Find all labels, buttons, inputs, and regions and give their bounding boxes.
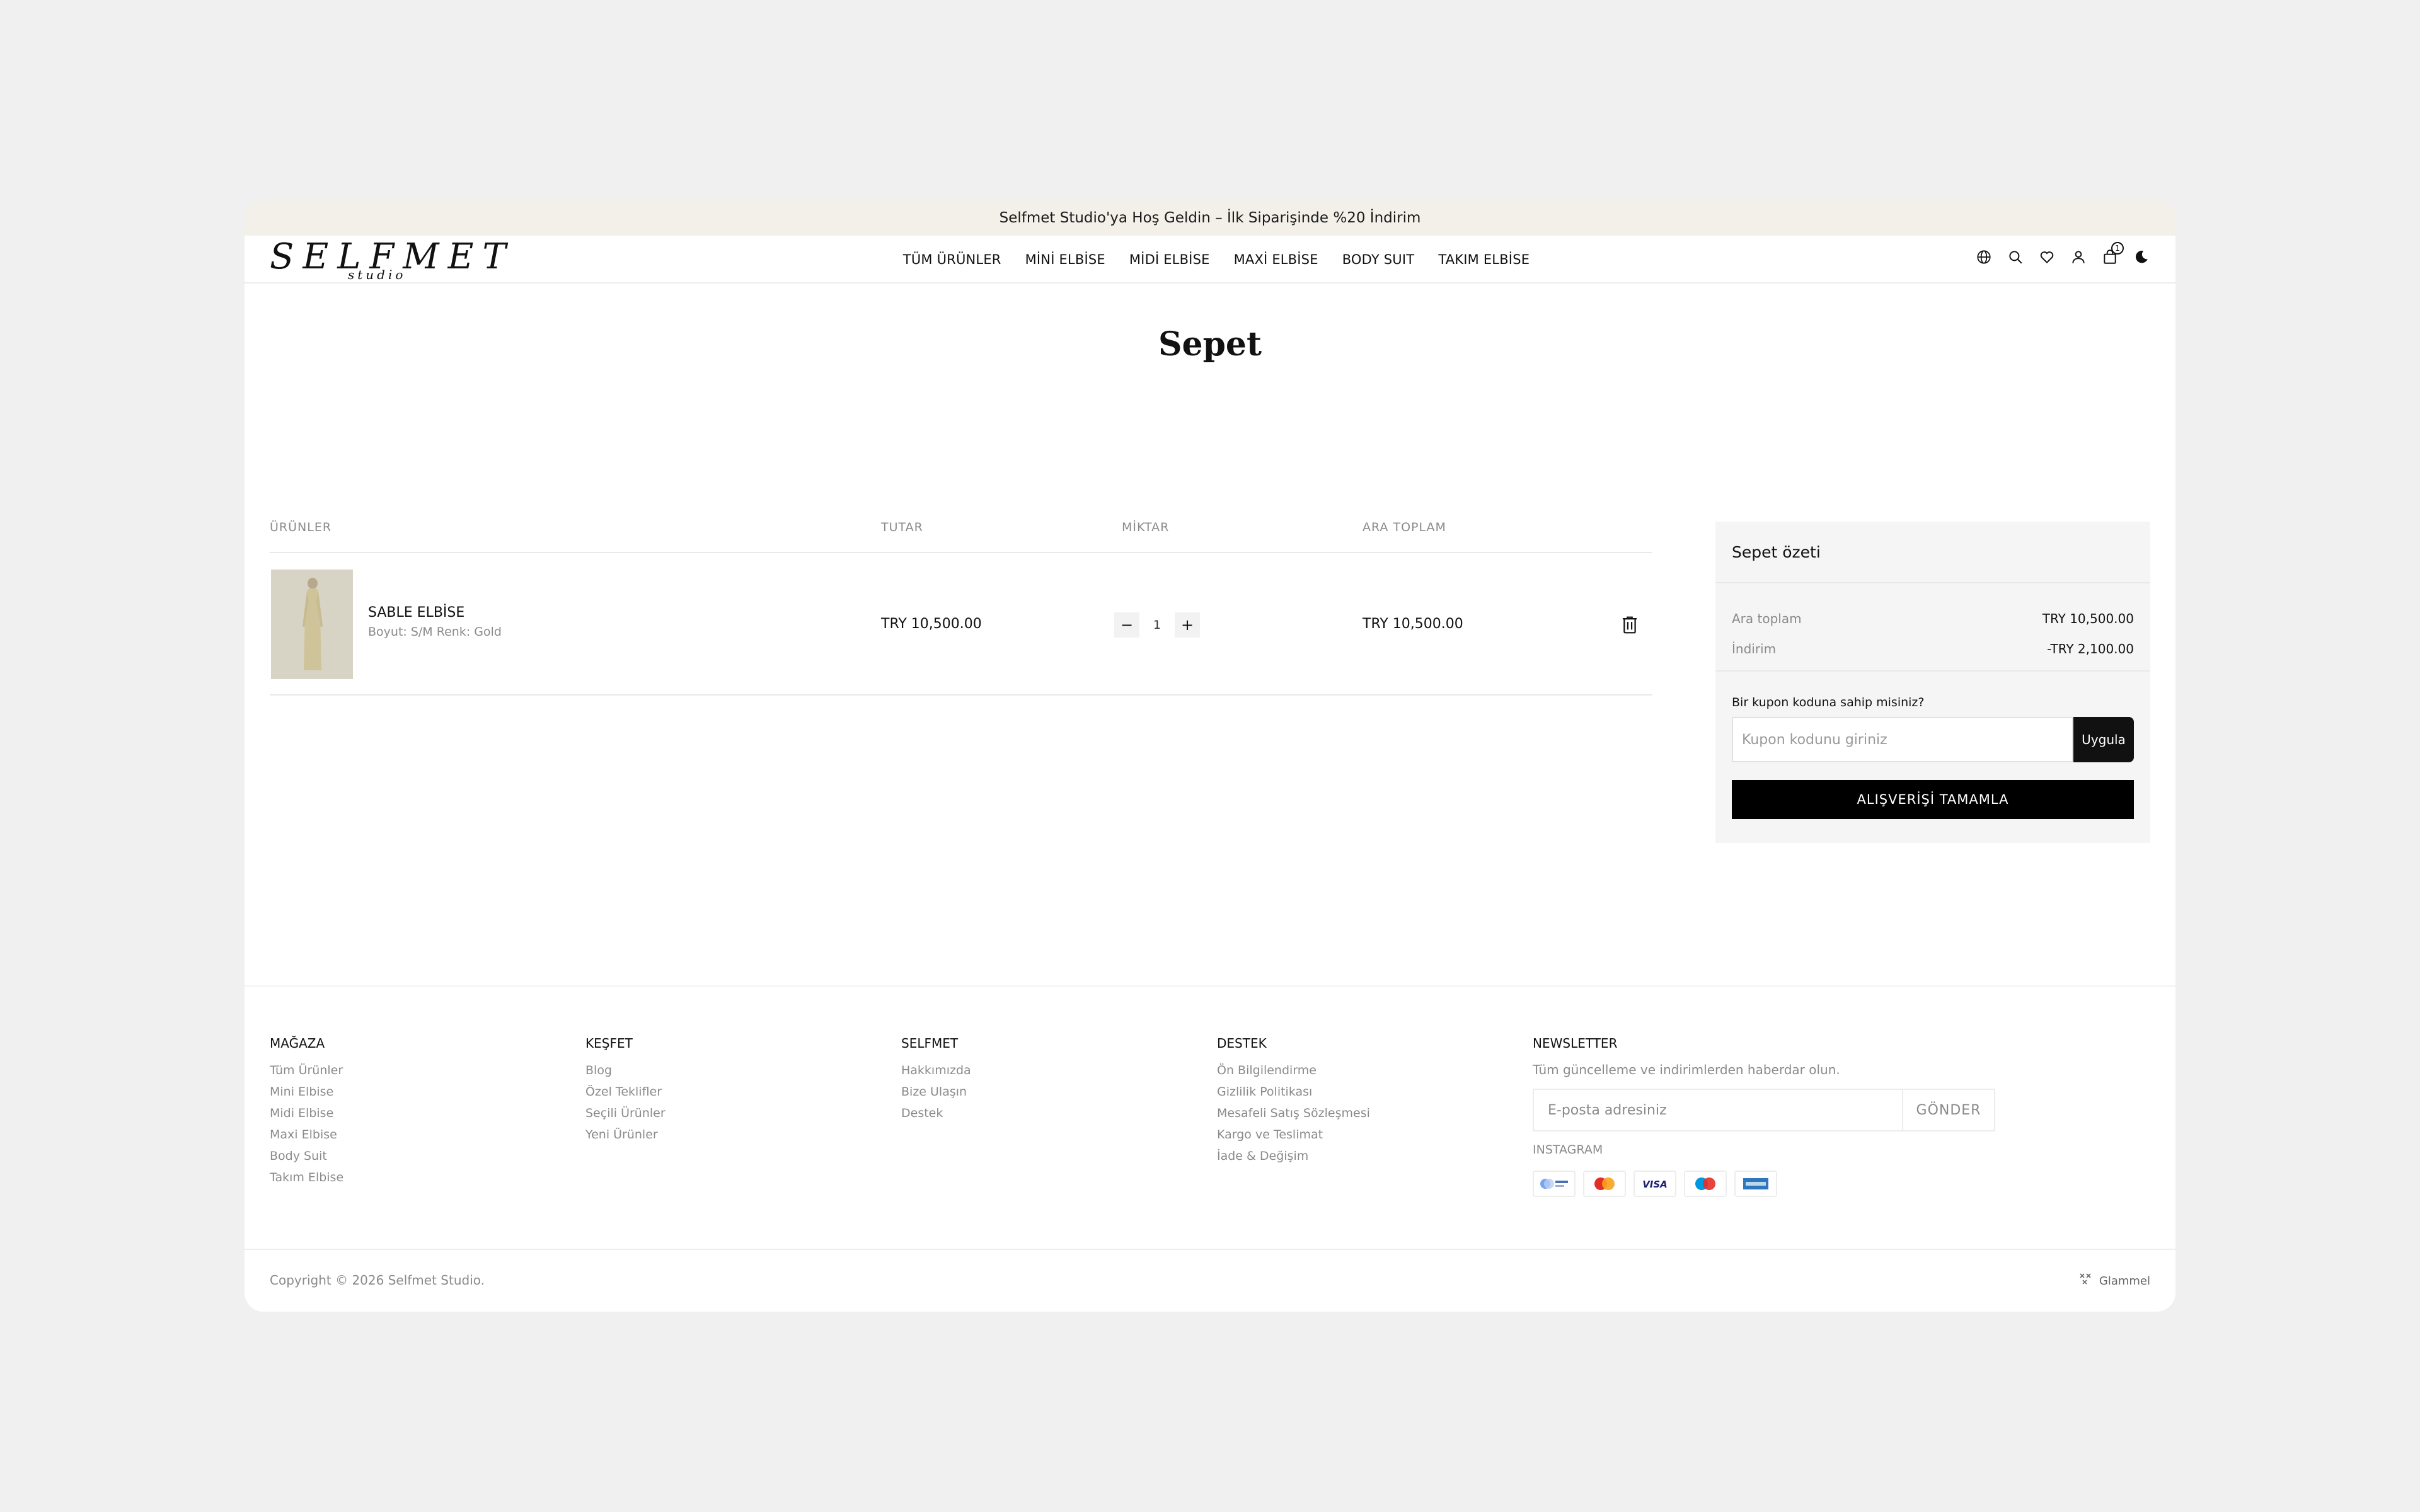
newsletter-form: GÖNDER	[1533, 1089, 1995, 1131]
payment-methods: VISA	[1533, 1171, 1777, 1197]
coupon-input[interactable]	[1732, 717, 2073, 762]
browser-page: Selfmet Studio'ya Hoş Geldin – İlk Sipar…	[245, 200, 2175, 1312]
footer-link[interactable]: Body Suit	[270, 1145, 343, 1167]
nav-takim-elbise[interactable]: TAKIM ELBİSE	[1438, 252, 1530, 267]
quantity-stepper: − 1 +	[1114, 612, 1200, 638]
maestro-icon	[1684, 1171, 1727, 1197]
subtotal-value: TRY 10,500.00	[2042, 611, 2134, 626]
newsletter-submit-button[interactable]: GÖNDER	[1902, 1090, 1994, 1130]
copyright-text: Copyright © 2026 Selfmet Studio.	[270, 1273, 485, 1288]
globe-icon[interactable]	[1975, 248, 1993, 266]
subtotal-label: Ara toplam	[1732, 611, 1802, 626]
header-subtotal: ARA TOPLAM	[1363, 520, 1446, 534]
product-name[interactable]: SABLE ELBİSE	[368, 605, 464, 621]
footer-bottom-divider	[245, 1249, 2175, 1250]
footer-link[interactable]: Destek	[901, 1102, 971, 1124]
product-subtotal: TRY 10,500.00	[1363, 616, 1463, 632]
search-icon[interactable]	[2007, 248, 2024, 266]
footer-link[interactable]: Hakkımızda	[901, 1060, 971, 1081]
announcement-text: Selfmet Studio'ya Hoş Geldin – İlk Sipar…	[999, 210, 1421, 226]
footer-column-destek: DESTEK Ön Bilgilendirme Gizlilik Politik…	[1217, 1036, 1370, 1167]
newsletter-description: Tüm güncelleme ve indirimlerden haberdar…	[1533, 1062, 1840, 1077]
main-nav: TÜM ÜRÜNLER MİNİ ELBİSE MİDİ ELBİSE MAXİ…	[245, 236, 2175, 284]
product-meta: Boyut: S/M Renk: Gold	[368, 625, 502, 639]
page-title: Sepet	[1158, 325, 1262, 364]
mastercard-icon	[1583, 1171, 1626, 1197]
footer-link[interactable]: Özel Teklifler	[585, 1081, 666, 1102]
newsletter-email-input[interactable]	[1534, 1090, 1903, 1130]
footer-link[interactable]: Kargo ve Teslimat	[1217, 1124, 1370, 1145]
credit-text: Glammel	[2099, 1274, 2150, 1288]
increase-quantity-button[interactable]: +	[1175, 612, 1200, 638]
user-icon[interactable]	[2070, 248, 2087, 266]
cart-item-row: SABLE ELBİSE Boyut: S/M Renk: Gold TRY 1…	[270, 553, 1652, 696]
svg-text:VISA: VISA	[1642, 1179, 1668, 1190]
footer-link[interactable]: Takım Elbise	[270, 1167, 343, 1188]
footer-link[interactable]: Seçili Ürünler	[585, 1102, 666, 1124]
footer-column-newsletter: NEWSLETTER	[1533, 1036, 1617, 1060]
summary-subtotal: Ara toplam TRY 10,500.00	[1732, 611, 2134, 626]
footer-link[interactable]: Gizlilik Politikası	[1217, 1081, 1370, 1102]
quantity-value: 1	[1153, 618, 1161, 632]
credit-link[interactable]: Glammel	[2079, 1273, 2150, 1290]
cart-summary: Sepet özeti Ara toplam TRY 10,500.00 İnd…	[1715, 522, 2150, 843]
footer-column-title: DESTEK	[1217, 1036, 1267, 1051]
header-actions: 1	[1975, 242, 2150, 266]
heart-icon[interactable]	[2038, 248, 2056, 266]
footer-link[interactable]: Maxi Elbise	[270, 1124, 343, 1145]
instagram-link[interactable]: INSTAGRAM	[1533, 1143, 1603, 1157]
cart-table: ÜRÜNLER TUTAR MİKTAR ARA TOPLAM SABLE EL…	[270, 515, 1652, 696]
header-quantity: MİKTAR	[1122, 520, 1170, 534]
cart-count-badge: 1	[2111, 242, 2124, 255]
discount-value: -TRY 2,100.00	[2047, 641, 2134, 656]
footer-column-title: MAĞAZA	[270, 1036, 325, 1051]
cart-table-header: ÜRÜNLER TUTAR MİKTAR ARA TOPLAM	[270, 515, 1652, 553]
nav-maxi-elbise[interactable]: MAXİ ELBİSE	[1234, 252, 1318, 267]
product-image[interactable]	[271, 570, 353, 679]
footer-link[interactable]: Tüm Ürünler	[270, 1060, 343, 1081]
moon-icon[interactable]	[2133, 248, 2150, 266]
footer-link[interactable]: Yeni Ürünler	[585, 1124, 666, 1145]
footer-link[interactable]: Ön Bilgilendirme	[1217, 1060, 1370, 1081]
nav-body-suit[interactable]: BODY SUIT	[1342, 252, 1415, 267]
summary-divider	[1715, 582, 2150, 583]
bag-icon[interactable]: 1	[2101, 242, 2124, 266]
nav-tum-urunler[interactable]: TÜM ÜRÜNLER	[903, 252, 1001, 267]
amex-icon	[1734, 1171, 1777, 1197]
newsletter-title: NEWSLETTER	[1533, 1036, 1618, 1051]
footer-column-title: SELFMET	[901, 1036, 959, 1051]
footer-link[interactable]: Mesafeli Satış Sözleşmesi	[1217, 1102, 1370, 1124]
footer-link[interactable]: Midi Elbise	[270, 1102, 343, 1124]
checkout-button[interactable]: ALIŞVERİŞİ TAMAMLA	[1732, 780, 2134, 819]
footer-column-title: KEŞFET	[585, 1036, 633, 1051]
visa-icon: VISA	[1634, 1171, 1676, 1197]
footer-column-kesfet: KEŞFET Blog Özel Teklifler Seçili Ürünle…	[585, 1036, 666, 1145]
header-price: TUTAR	[881, 520, 923, 534]
iyzico-icon	[1533, 1171, 1576, 1197]
footer-link[interactable]: Mini Elbise	[270, 1081, 343, 1102]
site-header: SELFMET studio TÜM ÜRÜNLER MİNİ ELBİSE M…	[245, 236, 2175, 284]
summary-divider	[1715, 670, 2150, 672]
announcement-bar: Selfmet Studio'ya Hoş Geldin – İlk Sipar…	[245, 200, 2175, 236]
footer-link[interactable]: Blog	[585, 1060, 666, 1081]
footer-column-selfmet: SELFMET Hakkımızda Bize Ulaşın Destek	[901, 1036, 971, 1124]
glammel-logo-icon	[2079, 1273, 2095, 1290]
trash-icon[interactable]	[1620, 615, 1639, 635]
footer-link[interactable]: İade & Değişim	[1217, 1145, 1370, 1167]
footer-divider	[245, 985, 2175, 987]
coupon-label: Bir kupon koduna sahip misiniz?	[1732, 696, 1925, 709]
summary-discount: İndirim -TRY 2,100.00	[1732, 641, 2134, 656]
header-products: ÜRÜNLER	[270, 520, 332, 534]
nav-mini-elbise[interactable]: MİNİ ELBİSE	[1025, 252, 1105, 267]
nav-midi-elbise[interactable]: MİDİ ELBİSE	[1129, 252, 1210, 267]
summary-title: Sepet özeti	[1732, 543, 1821, 561]
decrease-quantity-button[interactable]: −	[1114, 612, 1139, 638]
apply-coupon-button[interactable]: Uygula	[2073, 717, 2134, 762]
footer-column-magaza: MAĞAZA Tüm Ürünler Mini Elbise Midi Elbi…	[270, 1036, 343, 1188]
discount-label: İndirim	[1732, 641, 1777, 656]
footer-link[interactable]: Bize Ulaşın	[901, 1081, 971, 1102]
product-price: TRY 10,500.00	[881, 616, 982, 632]
